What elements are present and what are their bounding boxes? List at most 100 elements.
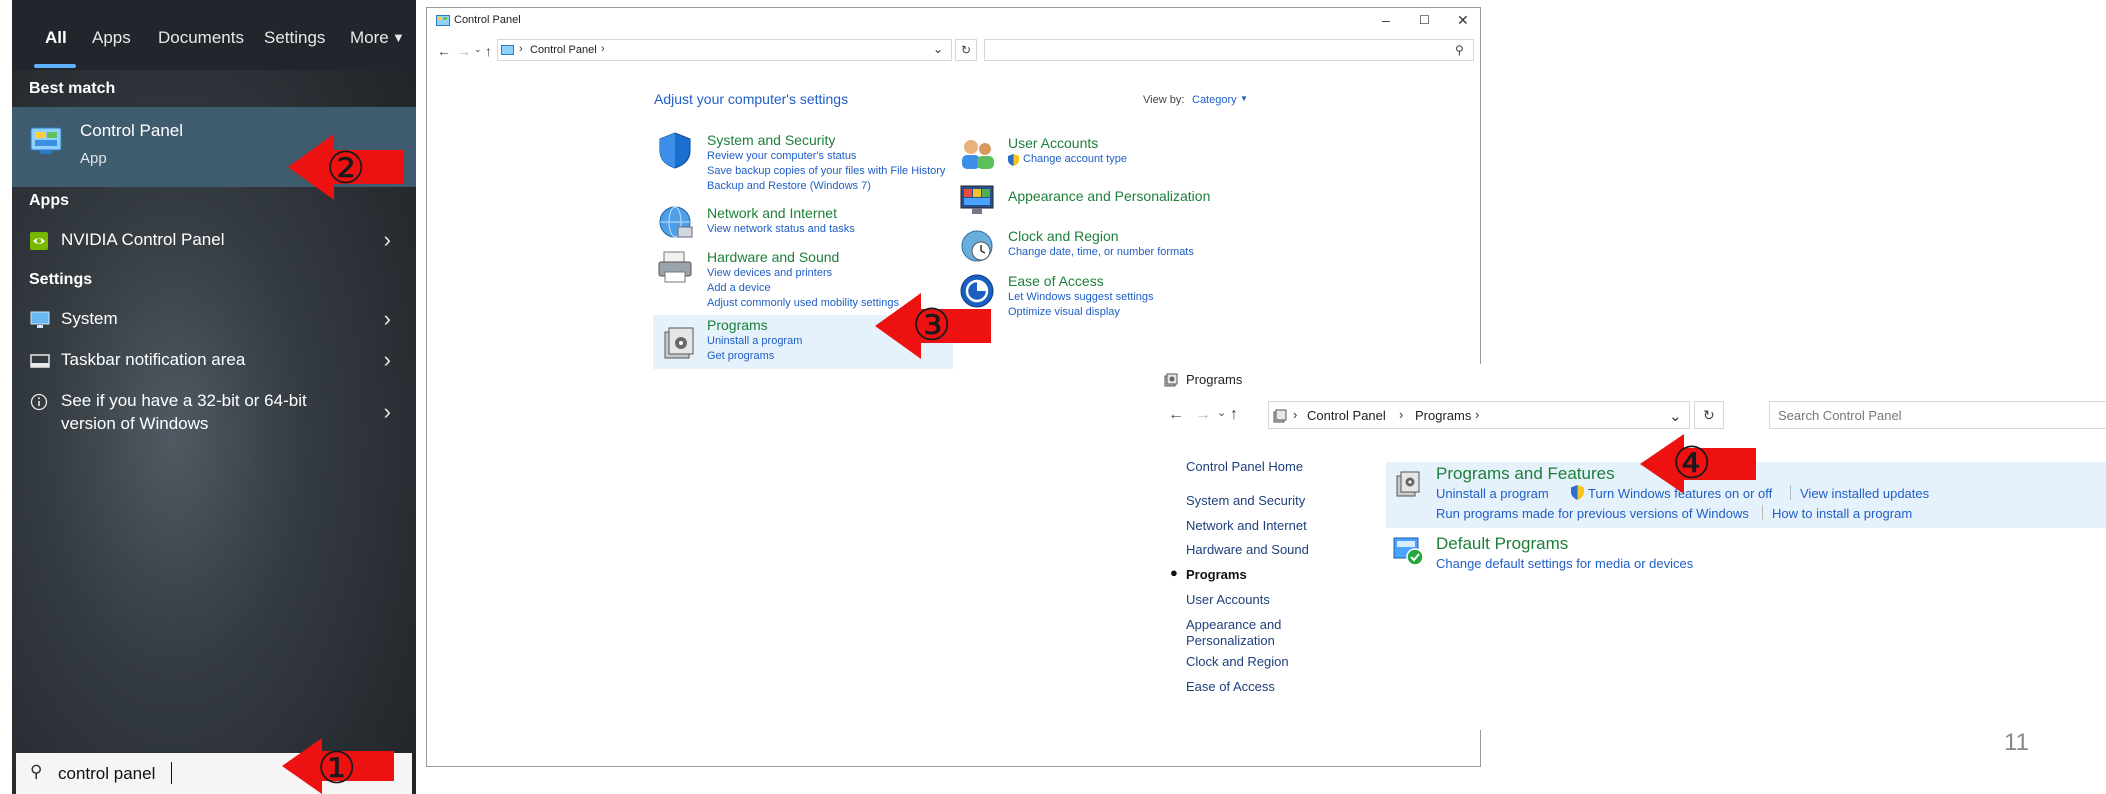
chevron-down-icon[interactable]: ⌄ <box>1669 407 1682 425</box>
search-control-panel-input[interactable]: Search Control Panel <box>1769 401 2106 429</box>
minimize-button[interactable]: – <box>1382 12 1390 28</box>
default-programs-title[interactable]: Default Programs <box>1436 534 1568 554</box>
tab-settings[interactable]: Settings <box>264 28 325 48</box>
programs-window: Programs ← → ⌄ ↑ › Control Panel › Progr… <box>1158 364 2106 730</box>
address-bar[interactable]: › Control Panel › Programs › ⌄ <box>1268 401 1690 429</box>
category-hardware-and-sound: Hardware and Sound View devices and prin… <box>707 249 899 311</box>
tab-all[interactable]: All <box>45 28 67 48</box>
list-item-32-or-64-bit[interactable]: See if you have a 32-bit or 64-bit versi… <box>12 383 416 439</box>
mobility-settings-link[interactable]: Adjust commonly used mobility settings <box>707 296 899 311</box>
users-icon <box>962 140 994 169</box>
programs-box-icon <box>1396 471 1420 497</box>
optimize-display-link[interactable]: Optimize visual display <box>1008 305 1154 320</box>
view-by-label: View by: <box>1143 94 1185 106</box>
refresh-icon: ↻ <box>961 43 972 57</box>
search-icon: ⚲ <box>1455 43 1464 57</box>
list-item-nvidia-control-panel[interactable]: NVIDIA Control Panel › <box>12 221 416 261</box>
suggest-settings-link[interactable]: Let Windows suggest settings <box>1008 290 1154 305</box>
forward-arrow-icon[interactable]: → <box>457 43 471 59</box>
get-programs-link[interactable]: Get programs <box>707 349 802 364</box>
view-by-dropdown[interactable]: Category <box>1192 94 1237 106</box>
programs-and-features-title[interactable]: Programs and Features <box>1436 464 1615 484</box>
recent-locations-chevron-icon[interactable]: ⌄ <box>474 44 482 55</box>
forward-arrow-icon[interactable]: → <box>1195 406 1211 424</box>
up-arrow-icon[interactable]: ↑ <box>485 43 492 59</box>
category-network-and-internet: Network and Internet View network status… <box>707 205 855 237</box>
list-item-label: NVIDIA Control Panel <box>61 230 225 249</box>
compatibility-link[interactable]: Run programs made for previous versions … <box>1436 506 1749 521</box>
breadcrumb-separator: › <box>1475 407 1480 422</box>
tab-apps[interactable]: Apps <box>92 28 131 48</box>
nav-ease-of-access[interactable]: Ease of Access <box>1186 679 1275 694</box>
back-arrow-icon[interactable]: ← <box>1168 406 1184 424</box>
printer-icon <box>658 251 692 283</box>
shield-icon <box>659 132 691 169</box>
nav-appearance-line1[interactable]: Appearance and <box>1186 617 1281 632</box>
change-default-settings-link[interactable]: Change default settings for media or dev… <box>1436 556 1693 571</box>
breadcrumb-control-panel[interactable]: Control Panel <box>530 44 597 56</box>
active-tab-indicator <box>34 64 76 68</box>
chevron-down-icon[interactable]: ⌄ <box>933 42 943 56</box>
annotation-number-4: ④ <box>1672 438 1712 489</box>
default-programs-icon <box>1393 537 1424 566</box>
breadcrumb-separator: › <box>1399 407 1404 422</box>
how-to-install-link[interactable]: How to install a program <box>1772 506 1912 521</box>
uninstall-program-link[interactable]: Uninstall a program <box>707 334 802 349</box>
chevron-right-icon: › <box>383 399 391 424</box>
nav-programs-current[interactable]: Programs <box>1186 567 1247 582</box>
annotation-number-1: ① <box>317 743 357 794</box>
up-arrow-icon[interactable]: ↑ <box>1230 406 1238 424</box>
breadcrumb-control-panel[interactable]: Control Panel <box>1307 408 1386 423</box>
control-panel-icon <box>501 45 514 55</box>
category-title-link[interactable]: User Accounts <box>1008 135 1127 152</box>
category-title-link[interactable]: Appearance and Personalization <box>1008 188 1210 205</box>
best-match-subtitle: App <box>80 150 107 167</box>
nav-control-panel-home[interactable]: Control Panel Home <box>1186 459 1303 474</box>
nav-appearance-line2[interactable]: Personalization <box>1186 633 1275 648</box>
list-item-taskbar-notification-area[interactable]: Taskbar notification area › <box>12 341 416 381</box>
best-match-title: Control Panel <box>80 121 184 140</box>
category-title-link[interactable]: Ease of Access <box>1008 273 1154 290</box>
search-input-value: control panel <box>58 764 156 783</box>
start-search-panel: All Apps Documents Settings More ▼ Best … <box>12 0 416 794</box>
network-status-link[interactable]: View network status and tasks <box>707 222 855 237</box>
category-title-link[interactable]: System and Security <box>707 132 945 149</box>
nav-user-accounts[interactable]: User Accounts <box>1186 592 1270 607</box>
breadcrumb-programs[interactable]: Programs <box>1415 408 1471 423</box>
page-heading: Adjust your computer's settings <box>654 91 849 107</box>
date-time-formats-link[interactable]: Change date, time, or number formats <box>1008 245 1194 260</box>
view-installed-updates-link[interactable]: View installed updates <box>1800 486 1929 501</box>
change-account-type-link[interactable]: Change account type <box>1008 152 1127 167</box>
category-title-link[interactable]: Clock and Region <box>1008 228 1194 245</box>
category-title-link[interactable]: Programs <box>707 317 802 334</box>
refresh-button[interactable]: ↻ <box>955 39 977 61</box>
refresh-button[interactable]: ↻ <box>1694 401 1724 429</box>
close-button[interactable]: ✕ <box>1457 12 1469 29</box>
devices-printers-link[interactable]: View devices and printers <box>707 266 899 281</box>
list-item-system[interactable]: System › <box>12 300 416 340</box>
category-title-link[interactable]: Network and Internet <box>707 205 855 222</box>
add-device-link[interactable]: Add a device <box>707 281 899 296</box>
uac-shield-icon <box>1571 485 1584 500</box>
tab-documents[interactable]: Documents <box>158 28 244 48</box>
nav-hardware-and-sound[interactable]: Hardware and Sound <box>1186 542 1309 557</box>
uninstall-program-link[interactable]: Uninstall a program <box>1436 486 1549 501</box>
nav-system-and-security[interactable]: System and Security <box>1186 493 1305 508</box>
nav-network-and-internet[interactable]: Network and Internet <box>1186 518 1307 533</box>
programs-box-icon <box>664 327 694 359</box>
link-divider <box>1762 505 1763 520</box>
review-status-link[interactable]: Review your computer's status <box>707 149 945 164</box>
search-control-panel-input[interactable]: ⚲ <box>984 39 1474 61</box>
apps-heading: Apps <box>29 192 69 209</box>
back-arrow-icon[interactable]: ← <box>437 43 451 59</box>
maximize-button[interactable]: ☐ <box>1419 13 1430 27</box>
search-tabs: All Apps Documents Settings More ▼ <box>12 0 416 70</box>
list-item-label: Taskbar notification area <box>61 350 246 369</box>
address-bar[interactable]: › Control Panel › ⌄ <box>497 39 952 61</box>
nav-clock-and-region[interactable]: Clock and Region <box>1186 654 1289 669</box>
recent-locations-chevron-icon[interactable]: ⌄ <box>1217 406 1226 419</box>
tab-more[interactable]: More <box>350 28 389 48</box>
file-history-link[interactable]: Save backup copies of your files with Fi… <box>707 164 945 179</box>
backup-restore-link[interactable]: Backup and Restore (Windows 7) <box>707 179 945 194</box>
category-title-link[interactable]: Hardware and Sound <box>707 249 899 266</box>
